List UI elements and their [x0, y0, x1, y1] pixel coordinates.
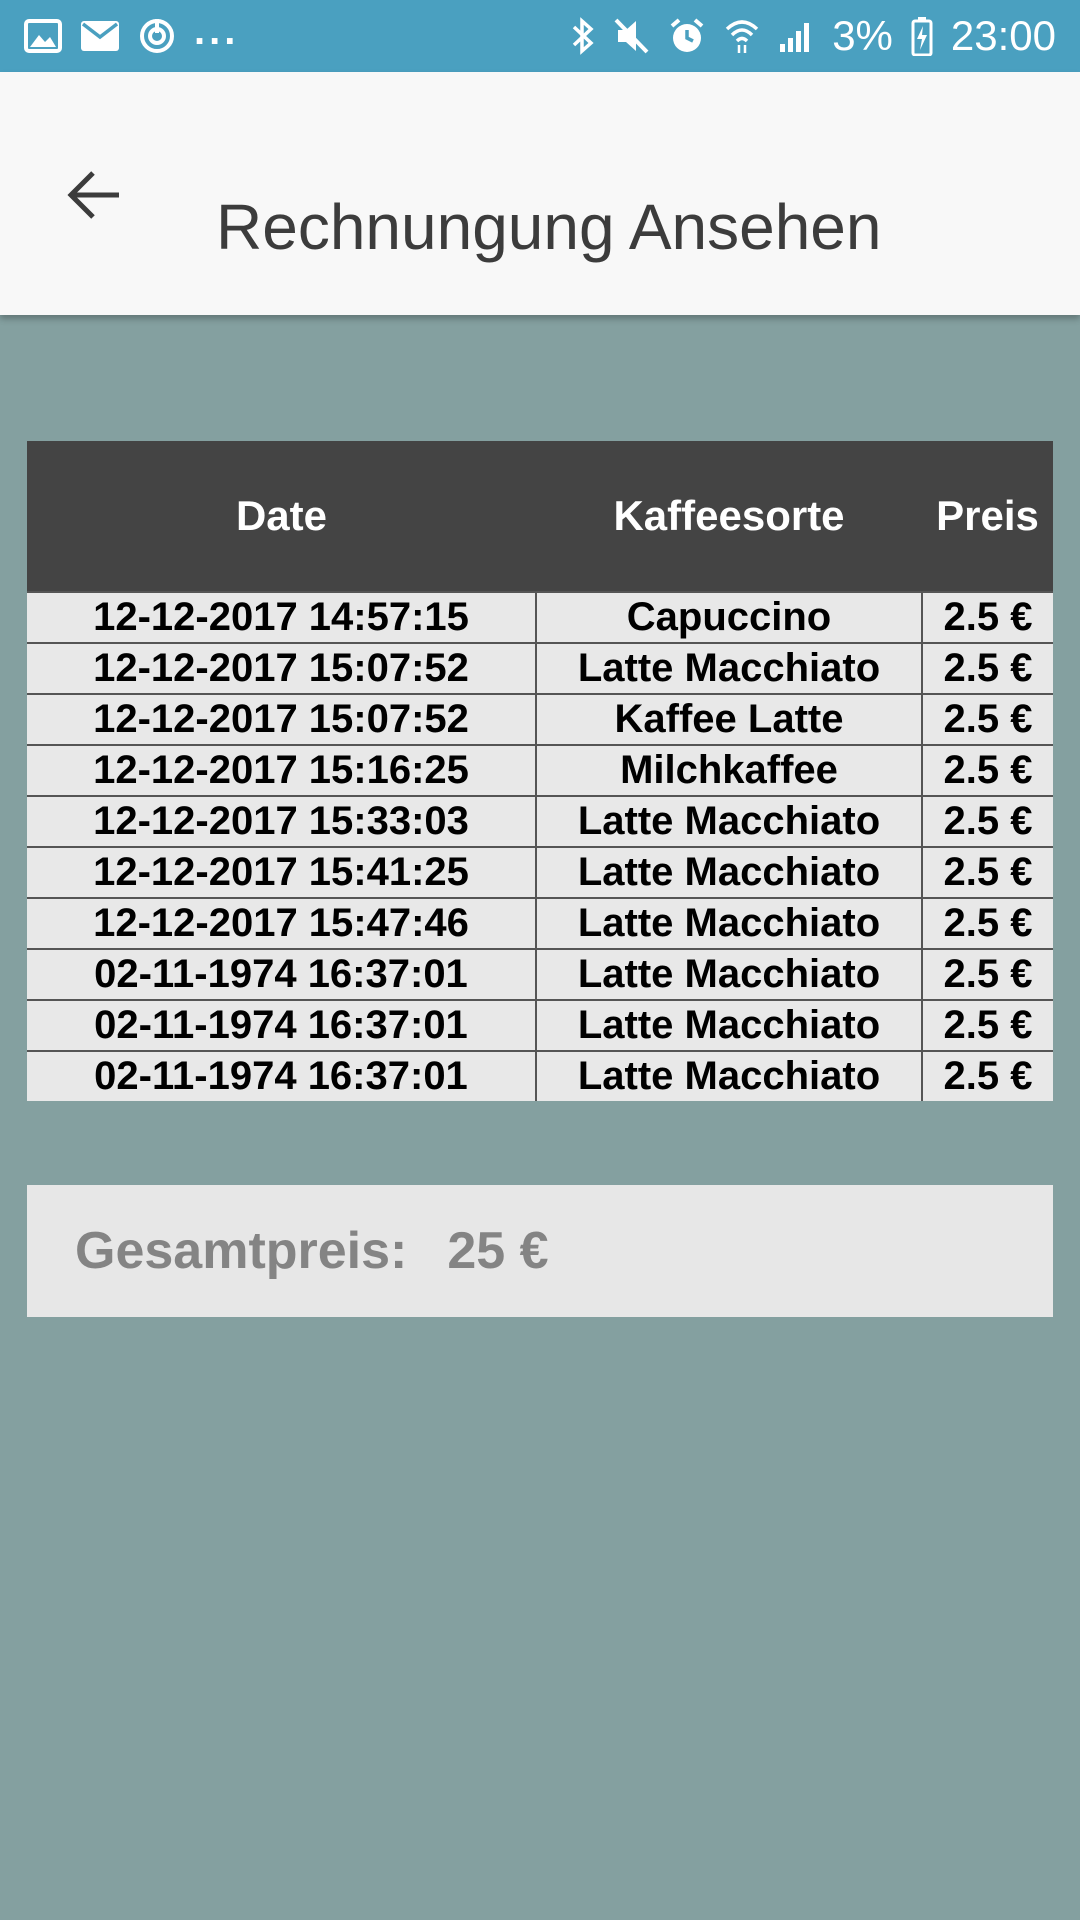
column-header-date: Date	[27, 441, 536, 592]
cell-kaffeesorte: Latte Macchiato	[535, 846, 922, 898]
invoice-table: Date Kaffeesorte Preis 12-12-2017 14:57:…	[27, 441, 1053, 1101]
cell-kaffeesorte: Latte Macchiato	[535, 795, 922, 847]
total-price-box: Gesamtpreis: 25 €	[27, 1185, 1053, 1317]
cell-kaffeesorte: Latte Macchiato	[535, 897, 922, 949]
cell-kaffeesorte: Latte Macchiato	[535, 642, 922, 694]
table-row: 12-12-2017 15:33:03 Latte Macchiato 2.5 …	[27, 795, 1053, 847]
table-body: 12-12-2017 14:57:15 Capuccino 2.5 € 12-1…	[27, 591, 1053, 1101]
table-row: 12-12-2017 15:07:52 Latte Macchiato 2.5 …	[27, 642, 1053, 694]
wifi-icon	[724, 17, 760, 55]
cell-date: 12-12-2017 15:41:25	[27, 846, 536, 898]
cell-preis: 2.5 €	[921, 642, 1053, 694]
cell-kaffeesorte: Capuccino	[535, 591, 922, 643]
mail-icon	[80, 20, 120, 52]
cell-preis: 2.5 €	[921, 1050, 1053, 1101]
cell-preis: 2.5 €	[921, 846, 1053, 898]
cell-date: 12-12-2017 14:57:15	[27, 591, 536, 643]
cell-date: 02-11-1974 16:37:01	[27, 999, 536, 1051]
cell-kaffeesorte: Latte Macchiato	[535, 948, 922, 1000]
app-bar: Rechnungung Ansehen	[0, 72, 1080, 315]
table-row: 12-12-2017 14:57:15 Capuccino 2.5 €	[27, 591, 1053, 643]
cell-kaffeesorte: Latte Macchiato	[535, 999, 922, 1051]
cell-kaffeesorte: Milchkaffee	[535, 744, 922, 796]
sync-icon	[138, 17, 176, 55]
mute-icon	[614, 17, 650, 55]
status-bar-left: ...	[24, 9, 239, 55]
table-header: Date Kaffeesorte Preis	[27, 441, 1053, 592]
table-row: 12-12-2017 15:07:52 Kaffee Latte 2.5 €	[27, 693, 1053, 745]
cell-preis: 2.5 €	[921, 693, 1053, 745]
status-bar-right: 3% 23:00	[570, 12, 1056, 60]
battery-charging-icon	[911, 16, 933, 56]
invoice-table-grid: Date Kaffeesorte Preis 12-12-2017 14:57:…	[27, 441, 1053, 1101]
cell-preis: 2.5 €	[921, 744, 1053, 796]
battery-percent: 3%	[832, 12, 893, 59]
cell-preis: 2.5 €	[921, 948, 1053, 1000]
table-row: 12-12-2017 15:41:25 Latte Macchiato 2.5 …	[27, 846, 1053, 898]
cell-date: 02-11-1974 16:37:01	[27, 948, 536, 1000]
table-header-row: Date Kaffeesorte Preis	[27, 441, 1053, 592]
cell-kaffeesorte: Kaffee Latte	[535, 693, 922, 745]
table-row: 02-11-1974 16:37:01 Latte Macchiato 2.5 …	[27, 999, 1053, 1051]
gallery-icon	[24, 19, 62, 53]
cell-kaffeesorte: Latte Macchiato	[535, 1050, 922, 1101]
table-row: 12-12-2017 15:47:46 Latte Macchiato 2.5 …	[27, 897, 1053, 949]
bluetooth-icon	[570, 16, 596, 56]
total-price-label: Gesamtpreis:	[75, 1222, 408, 1280]
back-button[interactable]	[60, 162, 130, 232]
cell-date: 02-11-1974 16:37:01	[27, 1050, 536, 1101]
more-notifications-indicator: ...	[194, 8, 240, 53]
cell-date: 12-12-2017 15:47:46	[27, 897, 536, 949]
signal-icon	[778, 18, 814, 54]
arrow-left-icon	[67, 169, 123, 226]
cell-date: 12-12-2017 15:07:52	[27, 693, 536, 745]
table-row: 02-11-1974 16:37:01 Latte Macchiato 2.5 …	[27, 1050, 1053, 1101]
total-price-value: 25 €	[447, 1222, 549, 1280]
cell-preis: 2.5 €	[921, 999, 1053, 1051]
cell-date: 12-12-2017 15:07:52	[27, 642, 536, 694]
table-row: 12-12-2017 15:16:25 Milchkaffee 2.5 €	[27, 744, 1053, 796]
column-header-kaffeesorte: Kaffeesorte	[536, 441, 922, 592]
clock: 23:00	[950, 12, 1056, 59]
cell-preis: 2.5 €	[921, 897, 1053, 949]
cell-date: 12-12-2017 15:16:25	[27, 744, 536, 796]
cell-preis: 2.5 €	[921, 591, 1053, 643]
cell-preis: 2.5 €	[921, 795, 1053, 847]
column-header-preis: Preis	[922, 441, 1053, 592]
page-title: Rechnungung Ansehen	[216, 191, 882, 263]
status-bar: ... 3% 23:00	[0, 0, 1080, 72]
cell-date: 12-12-2017 15:33:03	[27, 795, 536, 847]
table-row: 02-11-1974 16:37:01 Latte Macchiato 2.5 …	[27, 948, 1053, 1000]
alarm-icon	[668, 17, 706, 55]
